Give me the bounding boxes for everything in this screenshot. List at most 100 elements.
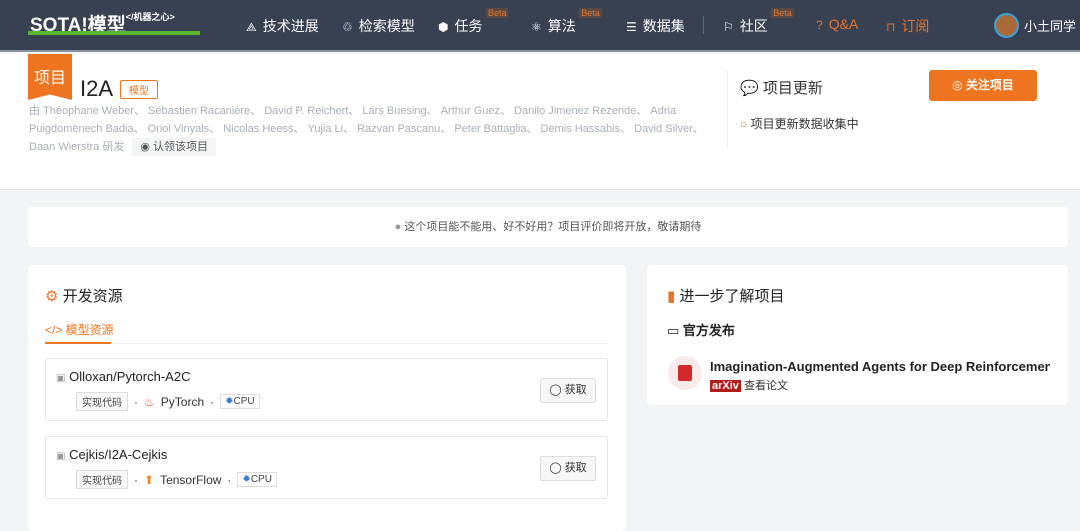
updates-title: 💬 项目更新 bbox=[740, 77, 823, 98]
resource-name-text: Olloxan/Pytorch-A2C bbox=[69, 369, 191, 384]
nodes-icon: ♲ bbox=[342, 20, 353, 34]
nav-label: 算法 bbox=[547, 18, 576, 34]
nav-label: 数据集 bbox=[642, 18, 685, 34]
dev-title-text: 开发资源 bbox=[62, 288, 123, 305]
top-nav: SOTA!模型</机器之心> ⟁ 技术进展 ♲ 检索模型 ⬢ 任务 Beta ⚛ 算法 Be… bbox=[0, 0, 1080, 52]
status-text: 项目更新数据收集中 bbox=[750, 117, 859, 131]
code-icon: ▣ bbox=[56, 373, 66, 384]
nav-tasks[interactable]: ⬢ 任务 Beta bbox=[438, 8, 509, 36]
hw-text: CPU bbox=[250, 474, 272, 485]
avatar[interactable] bbox=[994, 13, 1019, 38]
github-icon: ◯ bbox=[549, 384, 562, 396]
nav-label: 任务 bbox=[454, 18, 483, 34]
learn-more-card: ▮ 进一步了解项目 ▭ 官方发布 Imagination-Augmented A… bbox=[647, 265, 1068, 405]
beta-badge: Beta bbox=[485, 8, 509, 18]
nav-label: 订阅 bbox=[901, 18, 930, 34]
nav-search-models[interactable]: ♲ 检索模型 bbox=[342, 16, 415, 36]
logo-grass bbox=[28, 31, 200, 35]
authors: 由 Théophane Weber、 Sébastien Racanière、 … bbox=[29, 102, 719, 156]
beta-badge: Beta bbox=[579, 8, 602, 18]
tab-underline bbox=[45, 343, 608, 344]
pytorch-icon: ♨ bbox=[144, 394, 155, 409]
resource-name[interactable]: ▣ Olloxan/Pytorch-A2C bbox=[56, 369, 190, 384]
chip-icon: ✹ bbox=[242, 474, 251, 485]
nav-label: 社区 bbox=[739, 18, 768, 34]
resource-name[interactable]: ▣ Cejkis/I2A-Cejkis bbox=[56, 447, 167, 462]
hw-text: CPU bbox=[233, 396, 255, 407]
type-tag: 实现代码 bbox=[76, 392, 128, 411]
question-icon: ? bbox=[816, 18, 823, 32]
official-section: ▭ 官方发布 bbox=[667, 320, 735, 339]
beta-badge: Beta bbox=[771, 8, 794, 18]
claim-project-button[interactable]: ◉ 认领该项目 bbox=[132, 138, 217, 156]
circle-icon: ○ bbox=[740, 117, 748, 131]
paper-icon bbox=[668, 356, 702, 390]
notice-text: 这个项目能不能用、好不好用？项目评价即将开放，敬请期待 bbox=[404, 221, 702, 233]
resource-item: ▣ Cejkis/I2A-Cejkis 实现代码 · ⬆ TensorFlow · ✹CP… bbox=[45, 436, 608, 499]
nav-qa[interactable]: ? Q&A bbox=[816, 16, 858, 32]
code-icon: ▣ bbox=[56, 451, 66, 462]
claim-label: 认领该项目 bbox=[153, 141, 209, 153]
get-label: 获取 bbox=[564, 384, 587, 396]
model-tag: 模型 bbox=[120, 80, 158, 99]
tensorflow-icon: ⬆ bbox=[144, 472, 155, 487]
get-button[interactable]: ◯ 获取 bbox=[540, 378, 596, 403]
nav-tech-progress[interactable]: ⟁ 技术进展 bbox=[246, 16, 319, 36]
nav-label: Q&A bbox=[828, 16, 859, 32]
nav-label: 检索模型 bbox=[358, 18, 415, 34]
section-text: 官方发布 bbox=[682, 323, 735, 338]
framework: TensorFlow bbox=[160, 472, 222, 487]
nav-divider bbox=[703, 16, 704, 34]
updates-title-text: 项目更新 bbox=[762, 80, 823, 97]
authors-text: 由 Théophane Weber、 Sébastien Racanière、 … bbox=[29, 105, 704, 153]
tab-model-resources[interactable]: </> 模型资源 bbox=[45, 321, 114, 338]
nav-community[interactable]: ⚐ 社区 Beta bbox=[723, 8, 794, 36]
bookmark-icon: ⊓ bbox=[886, 20, 896, 34]
dev-title: ⚙ 开发资源 bbox=[45, 285, 123, 306]
follow-label: 关注项目 bbox=[965, 78, 1014, 92]
gear-icon: ⚙ bbox=[45, 288, 59, 305]
resource-item: ▣ Olloxan/Pytorch-A2C 实现代码 · ♨ PyTorch · ✹CPU… bbox=[45, 358, 608, 421]
dev-resources-card: ⚙ 开发资源 </> 模型资源 ▣ Olloxan/Pytorch-A2C 实现… bbox=[28, 265, 626, 531]
github-icon: ◯ bbox=[549, 462, 562, 474]
book-icon: ▮ bbox=[667, 288, 676, 305]
nav-algorithms[interactable]: ⚛ 算法 Beta bbox=[531, 8, 602, 36]
comment-icon: ● bbox=[394, 221, 402, 233]
hw-tag: ✹CPU bbox=[237, 472, 277, 487]
flag-icon: ⚐ bbox=[723, 20, 734, 34]
paper-link[interactable]: arXiv 查看论文 bbox=[710, 377, 788, 393]
logo-sub: </机器之心> bbox=[125, 12, 175, 22]
learn-title-text: 进一步了解项目 bbox=[679, 288, 785, 305]
type-tag: 实现代码 bbox=[76, 470, 128, 489]
resource-name-text: Cejkis/I2A-Cejkis bbox=[69, 447, 168, 462]
resource-meta: 实现代码 · ⬆ TensorFlow · ✹CPU bbox=[76, 470, 277, 489]
atom-icon: ⚛ bbox=[531, 20, 542, 34]
chip-icon: ✹ bbox=[225, 396, 234, 407]
nav-subscribe[interactable]: ⊓ 订阅 bbox=[886, 16, 929, 36]
hw-tag: ✹CPU bbox=[220, 394, 260, 409]
username[interactable]: 小土同学 bbox=[1024, 16, 1076, 35]
view-paper-link: 查看论文 bbox=[743, 380, 788, 392]
get-label: 获取 bbox=[564, 462, 587, 474]
chat-icon: 💬 bbox=[740, 80, 759, 97]
divider bbox=[727, 70, 728, 148]
follow-project-button[interactable]: ◎ 关注项目 bbox=[929, 70, 1037, 101]
framework: PyTorch bbox=[160, 394, 205, 409]
database-icon: ☰ bbox=[626, 20, 637, 34]
get-button[interactable]: ◯ 获取 bbox=[540, 456, 596, 481]
resource-meta: 实现代码 · ♨ PyTorch · ✹CPU bbox=[76, 392, 260, 411]
monitor-icon: ▭ bbox=[667, 323, 680, 338]
nav-label: 技术进展 bbox=[262, 18, 319, 34]
cube-icon: ⬢ bbox=[438, 20, 449, 34]
project-header: 项目 I2A 模型 由 Théophane Weber、 Sébastien R… bbox=[0, 54, 1080, 190]
rating-notice: ● 这个项目能不能用、好不好用？项目评价即将开放，敬请期待 bbox=[28, 207, 1068, 247]
project-title: I2A bbox=[80, 76, 114, 101]
nav-datasets[interactable]: ☰ 数据集 bbox=[626, 16, 685, 36]
learn-title: ▮ 进一步了解项目 bbox=[667, 285, 784, 306]
paper-title[interactable]: Imagination-Augmented Agents for Deep Re… bbox=[710, 359, 1050, 374]
arxiv-logo: arXiv bbox=[710, 380, 741, 392]
tech-icon: ⟁ bbox=[246, 20, 257, 34]
updates-status: ○ 项目更新数据收集中 bbox=[740, 115, 859, 132]
tab-active-indicator bbox=[45, 342, 111, 344]
project-ribbon: 项目 bbox=[28, 54, 72, 100]
